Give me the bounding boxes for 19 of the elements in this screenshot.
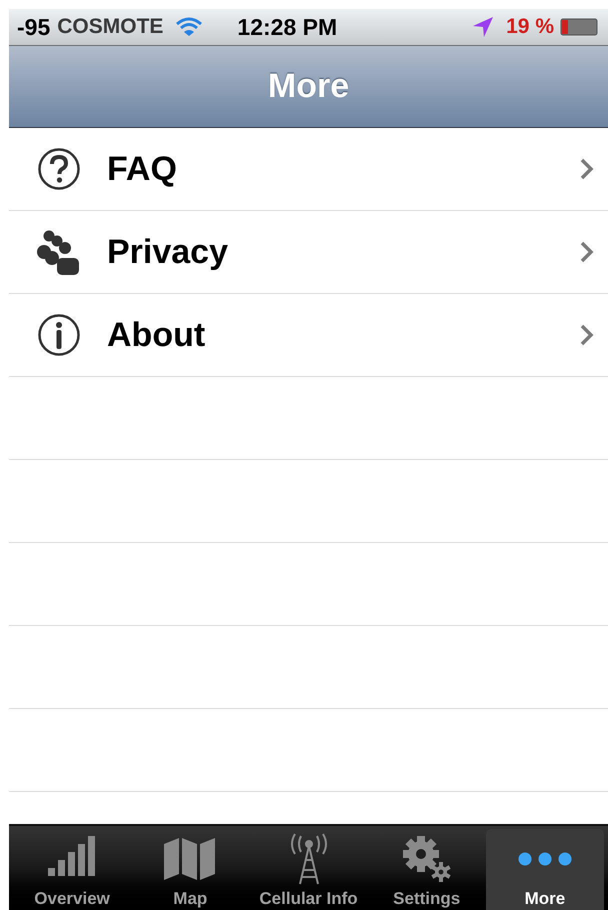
battery-icon xyxy=(560,18,600,36)
tab-item[interactable]: Overview xyxy=(13,829,132,910)
battery-percentage: 19 % xyxy=(506,14,554,40)
tab-item[interactable]: Cellular Info xyxy=(249,829,368,910)
question-icon xyxy=(37,147,81,191)
info-icon xyxy=(37,313,81,357)
tab-item[interactable]: Settings xyxy=(368,829,486,910)
tab-item[interactable]: More xyxy=(486,829,604,910)
carrier-name: COSMOTE xyxy=(57,14,164,40)
nav-title: More xyxy=(268,66,350,107)
wifi-icon xyxy=(175,17,204,37)
signal-strength: -95 xyxy=(17,12,50,42)
clock-time: 12:28 PM xyxy=(237,12,338,42)
chevron-right-icon xyxy=(580,324,594,346)
chevron-right-icon xyxy=(580,241,594,263)
gears-icon xyxy=(400,834,453,884)
location-arrow-icon xyxy=(472,16,494,38)
tab-item[interactable]: Map xyxy=(131,829,250,910)
chevron-right-icon xyxy=(580,158,594,180)
